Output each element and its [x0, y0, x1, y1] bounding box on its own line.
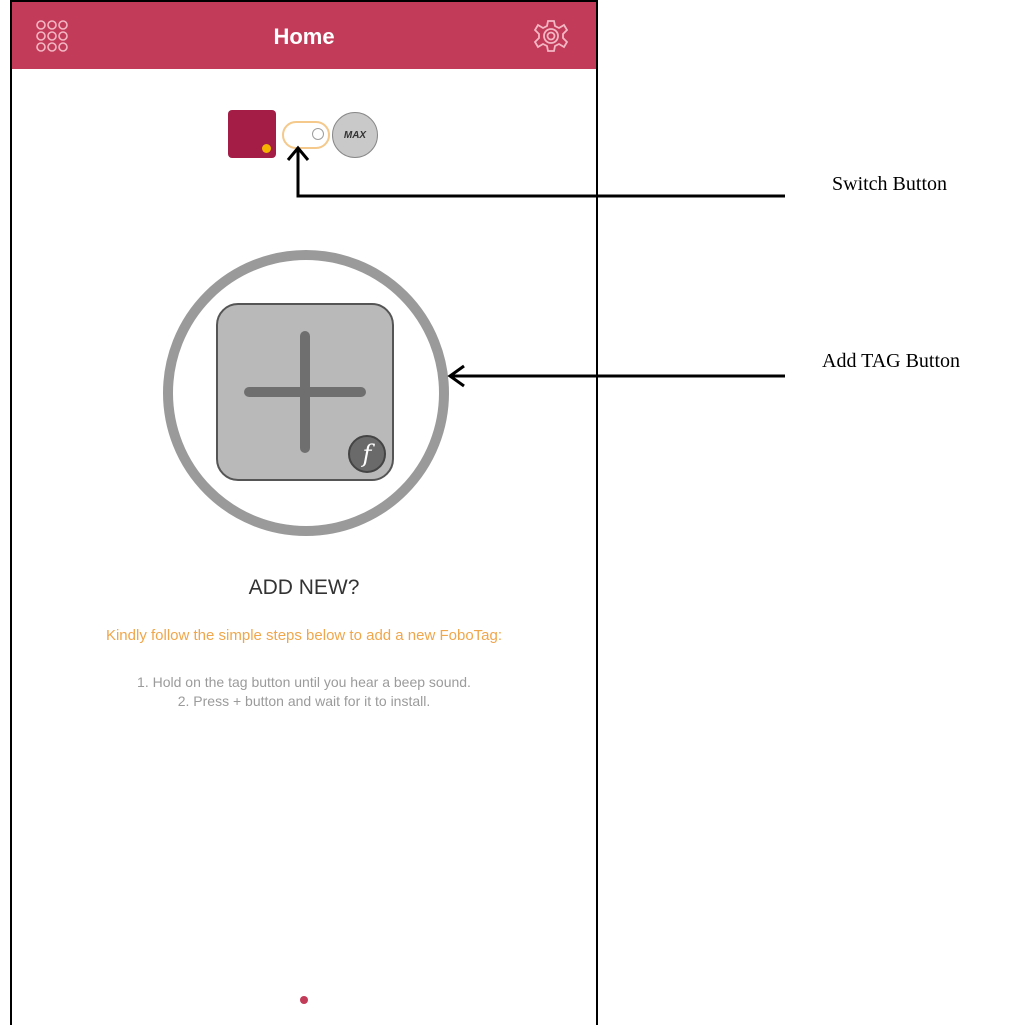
- annotated-screenshot: Home MAX f ADD NEW? Kindly follow the si…: [0, 0, 1019, 1025]
- phone-screen: Home MAX f ADD NEW? Kindly follow the si…: [10, 0, 598, 1025]
- page-title: Home: [273, 24, 335, 49]
- app-header: Home: [12, 2, 596, 69]
- add-tag-button-label: Add TAG Button: [822, 350, 961, 372]
- switch-knob: [312, 128, 324, 140]
- fobotag-max-thumbnail[interactable]: MAX: [332, 112, 378, 158]
- fobo-logo-icon: f: [348, 435, 386, 473]
- fobotag-logo-icon: [262, 144, 271, 153]
- page-indicator-dot: [300, 996, 308, 1004]
- step-text: 1. Hold on the tag button until you hear…: [137, 674, 471, 690]
- step-text: 2. Press + button and wait for it to ins…: [177, 693, 431, 709]
- gear-icon[interactable]: [533, 18, 569, 54]
- add-instruction-text: Kindly follow the simple steps below to …: [105, 627, 503, 644]
- switch-button-label: Switch Button: [832, 173, 948, 195]
- fobotag-thumbnail[interactable]: [228, 110, 276, 158]
- add-tag-button[interactable]: f: [216, 303, 394, 481]
- add-new-heading: ADD NEW?: [248, 576, 360, 599]
- switch-button[interactable]: [282, 121, 330, 149]
- plus-icon-horizontal: [244, 387, 366, 397]
- max-label: MAX: [343, 130, 367, 141]
